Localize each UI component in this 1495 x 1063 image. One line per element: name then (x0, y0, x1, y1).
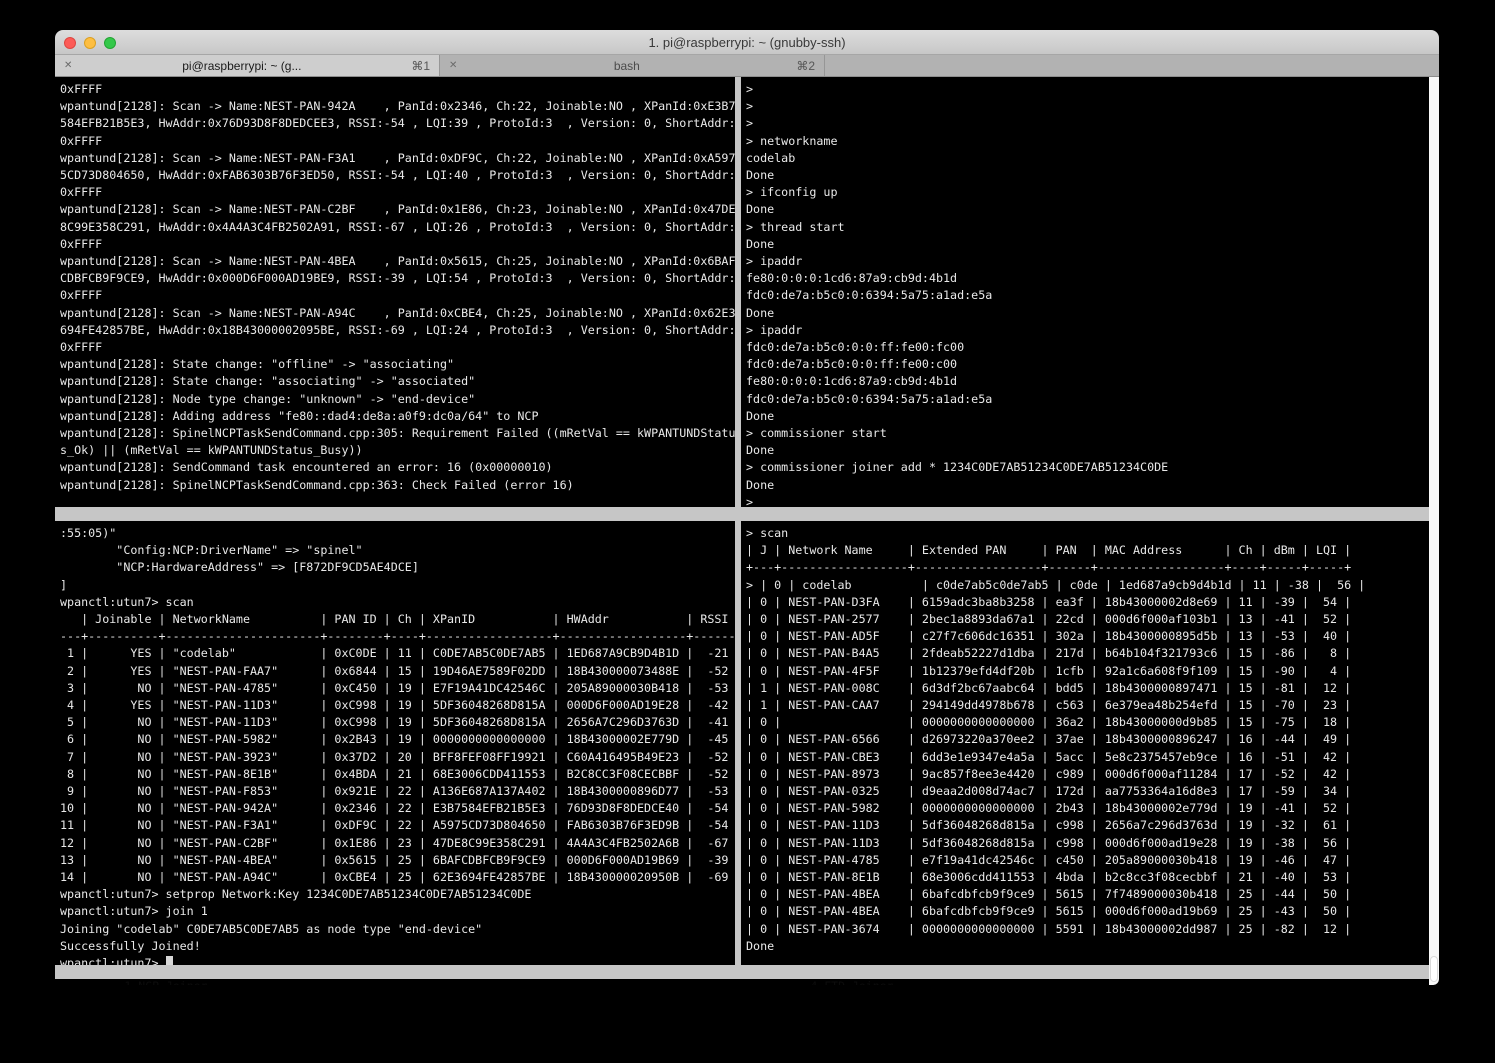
pane-wpantund[interactable]: 0xFFFF wpantund[2128]: Scan -> Name:NEST… (55, 77, 735, 507)
pane-ncp-joiner[interactable]: :55:05)" "Config:NCP:DriverName" => "spi… (55, 521, 735, 965)
terminal-window: 1. pi@raspberrypi: ~ (gnubby-ssh) ✕ pi@r… (55, 30, 1439, 985)
pane-title-ncp-joiner: 1 NCP Joiner (55, 965, 741, 979)
ncp-joiner-log: :55:05)" "Config:NCP:DriverName" => "spi… (55, 521, 735, 955)
window-title: 1. pi@raspberrypi: ~ (gnubby-ssh) (55, 30, 1439, 55)
tab-bar: ✕ pi@raspberrypi: ~ (g... ⌘1 ✕ bash ⌘2 (55, 55, 1439, 77)
tab-shortcut: ⌘2 (796, 59, 815, 73)
close-tab-icon[interactable]: ✕ (64, 60, 72, 71)
prompt-text: wpanctl:utun7> (60, 956, 166, 965)
text-cursor (166, 956, 173, 965)
pane-ftd-commissioner[interactable]: > > > > networkname codelab Done > ifcon… (741, 77, 1429, 507)
wpantund-log: 0xFFFF wpantund[2128]: Scan -> Name:NEST… (55, 77, 735, 494)
pane-ftd-joiner[interactable]: > scan | J | Network Name | Extended PAN… (741, 521, 1429, 965)
tab-label: pi@raspberrypi: ~ (g... (78, 59, 405, 73)
ftd-joiner-log: > scan | J | Network Name | Extended PAN… (741, 521, 1429, 955)
tab-shortcut: ⌘1 (411, 59, 430, 73)
pane-title-wpantund: 0 wpantund (55, 507, 741, 521)
tab-pi-raspberrypi[interactable]: ✕ pi@raspberrypi: ~ (g... ⌘1 (55, 55, 440, 76)
tab-bash[interactable]: ✕ bash ⌘2 (440, 55, 825, 76)
scrollbar-track[interactable] (1429, 77, 1439, 985)
terminal-content: 0xFFFF wpantund[2128]: Scan -> Name:NEST… (55, 77, 1439, 985)
pane-title-text: 1 NCP Joiner (124, 979, 207, 985)
pane-title-ftd-commissioner: 3 FTD Commissioner (741, 507, 1429, 521)
pane-title-ftd-joiner: 4 FTD Joiner (741, 965, 1429, 979)
close-tab-icon[interactable]: ✕ (449, 60, 457, 71)
ftd-commissioner-log: > > > > networkname codelab Done > ifcon… (741, 77, 1429, 507)
pane-title-text: 4 FTD Joiner (810, 979, 893, 985)
ncp-joiner-prompt-line: wpanctl:utun7> (55, 955, 735, 965)
tab-label: bash (463, 59, 790, 73)
window-titlebar[interactable]: 1. pi@raspberrypi: ~ (gnubby-ssh) (55, 30, 1439, 55)
scrollbar-thumb[interactable] (1430, 956, 1438, 982)
desktop-background: 1. pi@raspberrypi: ~ (gnubby-ssh) ✕ pi@r… (0, 0, 1495, 1063)
